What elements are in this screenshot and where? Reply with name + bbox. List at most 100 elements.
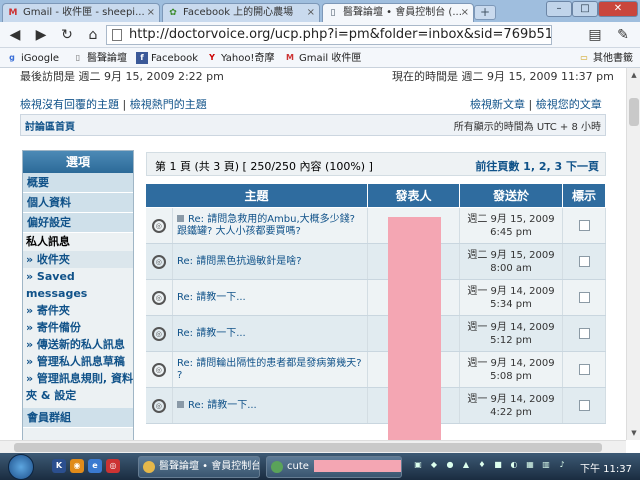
table-row[interactable]: ◎ Re: 請教一下... 週一 9月 14, 2009 5:34 pm: [145, 279, 607, 316]
hscroll-thumb[interactable]: [14, 443, 602, 452]
bookmarks-bar: g iGoogle ▯ 醫聲論壇 f Facebook Y Yahoo!奇摩 M Gmai…: [0, 48, 640, 68]
close-tab-icon[interactable]: ×: [147, 4, 155, 22]
maximize-button[interactable]: □: [572, 1, 598, 17]
page-menu-icon[interactable]: ▤: [586, 26, 604, 44]
next-page-link[interactable]: 下一頁: [566, 160, 599, 173]
quick-links-left: 檢視沒有回覆的主題 | 檢視熱門的主題: [20, 98, 207, 111]
message-subject-link[interactable]: Re: 請教一下...: [173, 292, 367, 304]
mark-checkbox[interactable]: [578, 328, 590, 339]
message-sent: 週一 9月 14, 2009 5:12 pm: [459, 315, 564, 352]
page-icon: [112, 29, 122, 41]
igoogle-icon: g: [9, 53, 15, 62]
link-new-posts[interactable]: 檢視新文章: [470, 98, 525, 111]
menu-item-groups[interactable]: 會員群組: [23, 408, 133, 428]
message-table: 主題 發表人 發送於 標示 ◎ Re: 請問急救用的Ambu,大概多少錢? 跟鐵…: [144, 183, 607, 424]
menu-item-inbox[interactable]: » 收件夾: [23, 251, 133, 268]
start-button[interactable]: [8, 454, 34, 480]
page-content: 最後訪問是 週二 9月 15, 2009 2:22 pm 現在的時間是 週二 9…: [0, 68, 626, 440]
mark-checkbox[interactable]: [578, 220, 590, 231]
link-active-topics[interactable]: 檢視熱門的主題: [130, 98, 207, 111]
bookmark-facebook[interactable]: f Facebook: [136, 51, 198, 66]
page-numbers[interactable]: 1, 2, 3: [523, 160, 562, 173]
link-your-posts[interactable]: 檢視您的文章: [536, 98, 602, 111]
close-window-button[interactable]: ✕: [598, 1, 638, 17]
close-tab-icon[interactable]: ×: [307, 4, 315, 22]
new-tab-button[interactable]: +: [474, 5, 496, 20]
chrome-icon[interactable]: ◎: [106, 459, 120, 473]
address-bar[interactable]: http://doctorvoice.org/ucp.php?i=pm&fold…: [106, 25, 552, 45]
firefox-icon[interactable]: ◉: [70, 459, 84, 473]
page-icon: ▯: [330, 8, 336, 18]
scroll-down-icon[interactable]: ▼: [629, 428, 639, 438]
menu-item-overview[interactable]: 概要: [23, 173, 133, 193]
message-subject-link[interactable]: Re: 請問輪出隔性的患者都是發病第幾天? ?: [173, 358, 367, 382]
breadcrumb[interactable]: 討論區首頁: [25, 118, 75, 133]
mark-checkbox[interactable]: [578, 364, 590, 375]
other-bookmarks[interactable]: ▭ 其他書籤: [578, 51, 633, 66]
network-icon[interactable]: ▥: [540, 459, 552, 471]
tray-icon[interactable]: ■: [492, 459, 504, 471]
close-tab-icon[interactable]: ×: [461, 4, 469, 22]
bookmark-yahoo[interactable]: Y Yahoo!奇摩: [206, 51, 274, 66]
table-row[interactable]: ◎ Re: 請問急救用的Ambu,大概多少錢? 跟鐵罐? 大人小孩都要買嗎? 週…: [145, 207, 607, 244]
volume-icon[interactable]: ♪: [556, 459, 568, 471]
minimize-button[interactable]: –: [546, 1, 572, 17]
ie-icon[interactable]: e: [88, 459, 102, 473]
folder-icon: ▭: [580, 53, 588, 62]
k-icon[interactable]: K: [52, 459, 66, 473]
redacted-sender-block: [388, 217, 441, 440]
task-browser[interactable]: 醫聲論壇 • 會員控制台 ...: [138, 456, 260, 478]
bookmark-doctorvoice[interactable]: ▯ 醫聲論壇: [72, 51, 127, 66]
mark-checkbox[interactable]: [578, 256, 590, 267]
menu-item-rules[interactable]: » 管理訊息規則, 資料夾 & 設定: [23, 370, 133, 404]
table-row[interactable]: ◎ Re: 請問黑色抗過敏針是啥? 週二 9月 15, 2009 8:00 am: [145, 243, 607, 280]
menu-item-compose[interactable]: » 傳送新的私人訊息: [23, 336, 133, 353]
back-icon[interactable]: ◀: [6, 26, 24, 44]
col-header-sent: 發送於: [459, 183, 564, 208]
reload-icon[interactable]: ↻: [58, 26, 76, 44]
tray-icon[interactable]: ●: [444, 459, 456, 471]
task-messenger[interactable]: cute: [266, 456, 402, 478]
message-subject-link[interactable]: Re: 請問急救用的Ambu,大概多少錢? 跟鐵罐? 大人小孩都要買嗎?: [173, 214, 367, 238]
forward-icon[interactable]: ▶: [32, 26, 50, 44]
tab-facebook[interactable]: ✿ Facebook 上的開心農場 ×: [162, 3, 320, 22]
vertical-scrollbar[interactable]: ▲ ▼: [626, 68, 640, 440]
read-message-icon: ◎: [151, 290, 166, 305]
read-message-icon: ◎: [151, 326, 166, 341]
menu-item-outbox[interactable]: » 寄件夾: [23, 302, 133, 319]
last-visit-text: 最後訪問是 週二 9月 15, 2009 2:22 pm: [20, 70, 224, 83]
table-row[interactable]: ◎ Re: 請教一下... 週一 9月 14, 2009 5:12 pm: [145, 315, 607, 352]
horizontal-scrollbar[interactable]: [0, 440, 626, 453]
menu-item-preferences[interactable]: 偏好設定: [23, 213, 133, 233]
home-icon[interactable]: ⌂: [84, 26, 102, 44]
tray-icon[interactable]: ♦: [476, 459, 488, 471]
tray-icon[interactable]: ◆: [428, 459, 440, 471]
table-row[interactable]: ◎ Re: 請問輪出隔性的患者都是發病第幾天? ? 週一 9月 14, 2009…: [145, 351, 607, 388]
table-row[interactable]: ◎ Re: 請教一下... 週一 9月 14, 2009 4:22 pm: [145, 387, 607, 424]
tab-gmail[interactable]: M Gmail - 收件匣 - sheepi... ×: [2, 3, 160, 22]
scroll-up-icon[interactable]: ▲: [629, 70, 639, 80]
tray-icon[interactable]: ▣: [412, 459, 424, 471]
message-subject-link[interactable]: Re: 請問黑色抗過敏針是啥?: [173, 256, 367, 268]
wrench-icon[interactable]: ✎: [614, 26, 632, 44]
menu-item-saved-messages[interactable]: » Saved messages: [23, 268, 133, 302]
message-sent: 週一 9月 14, 2009 5:08 pm: [459, 351, 564, 388]
tray-icon[interactable]: ▦: [524, 459, 536, 471]
tray-icon[interactable]: ◐: [508, 459, 520, 471]
tab-doctorvoice[interactable]: ▯ 醫聲論壇 • 會員控制台 (... ×: [322, 3, 474, 23]
menu-item-sentbox[interactable]: » 寄件備份: [23, 319, 133, 336]
mark-checkbox[interactable]: [578, 400, 590, 411]
link-unanswered[interactable]: 檢視沒有回覆的主題: [20, 98, 119, 111]
tray-icon[interactable]: ▲: [460, 459, 472, 471]
message-subject-link[interactable]: Re: 請教一下...: [173, 400, 367, 412]
read-message-icon: ◎: [151, 362, 166, 377]
mark-checkbox[interactable]: [578, 292, 590, 303]
bookmark-igoogle[interactable]: g iGoogle: [6, 51, 59, 66]
bookmark-gmail[interactable]: M Gmail 收件匣: [284, 51, 361, 66]
taskbar-clock[interactable]: 下午 11:37: [580, 460, 632, 475]
menu-item-profile[interactable]: 個人資料: [23, 193, 133, 213]
menu-item-drafts[interactable]: » 管理私人訊息草稿: [23, 353, 133, 370]
scroll-thumb[interactable]: [629, 98, 639, 126]
message-subject-link[interactable]: Re: 請教一下...: [173, 328, 367, 340]
farm-icon: ✿: [169, 8, 177, 18]
